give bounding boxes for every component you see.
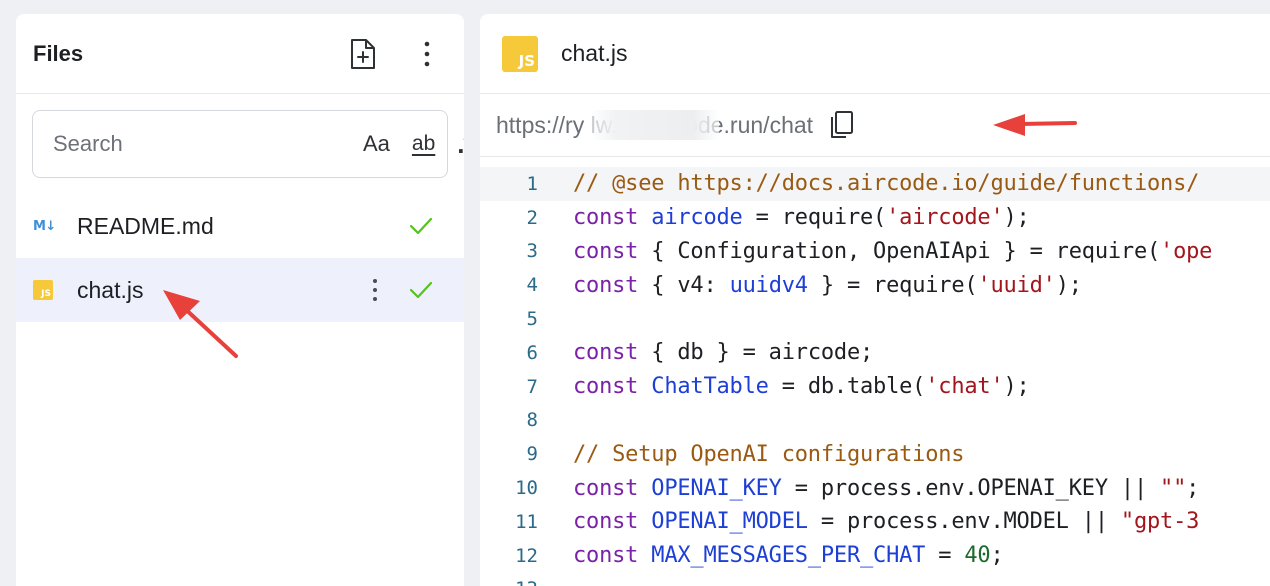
- new-file-button[interactable]: [343, 34, 383, 74]
- javascript-icon: JS: [33, 280, 59, 300]
- check-icon: [407, 216, 435, 236]
- markdown-icon: M↓: [33, 218, 56, 234]
- file-more-button[interactable]: [363, 278, 387, 302]
- editor-panel: JS chat.js https://ry lw.hk.aircode.run/…: [480, 14, 1270, 586]
- code-line: 5: [480, 302, 1270, 336]
- line-number: 2: [526, 206, 538, 229]
- code-line: 6 const { db } = aircode;: [480, 336, 1270, 370]
- code-line: 9 // Setup OpenAI configurations: [480, 437, 1270, 471]
- file-plus-icon: [351, 38, 375, 69]
- file-name: chat.js: [77, 276, 144, 303]
- kebab-vertical-icon: [424, 41, 430, 66]
- code-editor[interactable]: 1 // @see https://docs.aircode.io/guide/…: [480, 167, 1270, 586]
- files-more-button[interactable]: [407, 34, 447, 74]
- editor-header: JS chat.js: [480, 14, 1270, 94]
- line-number: 8: [526, 409, 538, 432]
- code-line: 13: [480, 573, 1270, 586]
- line-number: 6: [526, 341, 538, 364]
- line-number: 9: [526, 443, 538, 466]
- code-line: 1 // @see https://docs.aircode.io/guide/…: [480, 167, 1270, 201]
- match-case-toggle[interactable]: Aa: [363, 131, 390, 157]
- regex-toggle[interactable]: .*: [457, 129, 464, 160]
- line-number: 10: [515, 477, 538, 500]
- search-input[interactable]: [53, 131, 341, 157]
- files-title: Files: [33, 40, 84, 66]
- file-item-chat-js[interactable]: JS chat.js: [16, 258, 464, 322]
- line-number: 4: [526, 274, 538, 297]
- code-line: 11 const OPENAI_MODEL = process.env.MODE…: [480, 505, 1270, 539]
- code-line: 10 const OPENAI_KEY = process.env.OPENAI…: [480, 471, 1270, 505]
- copy-icon: [831, 111, 854, 138]
- line-number: 11: [515, 510, 538, 533]
- check-icon: [407, 280, 435, 300]
- files-panel: Files Aa ab .* M↓ README.md: [16, 14, 464, 586]
- file-item-readme[interactable]: M↓ README.md: [16, 194, 464, 258]
- line-number: 5: [526, 308, 538, 331]
- line-number: 13: [480, 578, 538, 586]
- code-line: 3 const { Configuration, OpenAIApi } = r…: [480, 235, 1270, 269]
- code-line: 7 const ChatTable = db.table('chat');: [480, 370, 1270, 404]
- copy-url-button[interactable]: [827, 108, 857, 142]
- file-name: README.md: [77, 212, 214, 239]
- line-number: 3: [526, 240, 538, 263]
- editor-title: chat.js: [561, 40, 628, 66]
- url-redaction: [591, 109, 719, 140]
- url-bar: https://ry lw.hk.aircode.run/chat: [480, 94, 1270, 157]
- code-line: 12 const MAX_MESSAGES_PER_CHAT = 40;: [480, 539, 1270, 573]
- code-line: 2 const aircode = require('aircode');: [480, 201, 1270, 235]
- code-line: 4 const { v4: uuidv4 } = require('uuid')…: [480, 268, 1270, 302]
- javascript-icon: JS: [502, 35, 538, 72]
- line-number: 7: [526, 375, 538, 398]
- whole-word-toggle[interactable]: ab: [412, 132, 435, 156]
- line-number: 12: [515, 544, 538, 567]
- code-line: 8: [480, 404, 1270, 438]
- files-header: Files: [16, 14, 464, 94]
- function-url[interactable]: https://ry lw.hk.aircode.run/chat: [496, 109, 813, 140]
- line-number: 1: [526, 172, 538, 195]
- search-box: Aa ab .*: [32, 110, 464, 178]
- kebab-vertical-icon: [373, 279, 377, 301]
